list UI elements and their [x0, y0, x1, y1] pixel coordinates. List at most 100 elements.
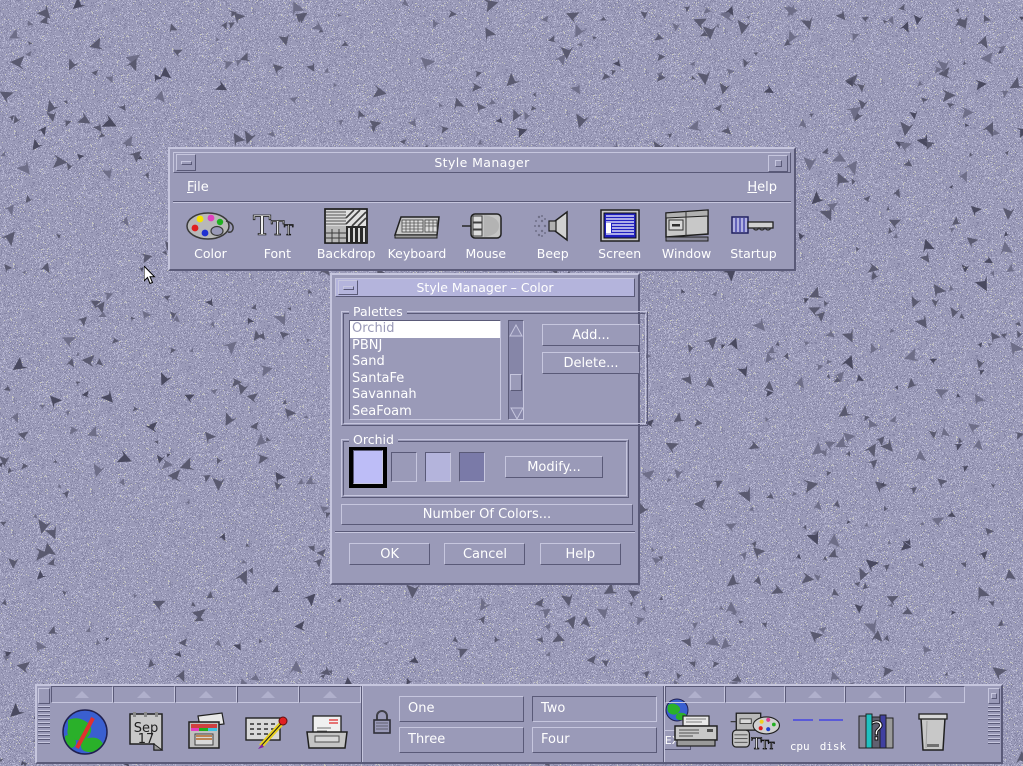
svg-text:T: T — [284, 223, 294, 239]
tool-screen-label: Screen — [598, 246, 642, 261]
front-panel-right-handle[interactable] — [987, 686, 1001, 762]
backdrop-icon — [320, 207, 372, 245]
tool-keyboard-label: Keyboard — [387, 246, 447, 261]
tool-font[interactable]: T T T Font — [250, 207, 305, 261]
delete-palette-button[interactable]: Delete... — [542, 352, 640, 374]
color-swatch-0[interactable] — [353, 450, 383, 484]
printer-icon[interactable] — [669, 705, 725, 759]
front-panel-left-handle[interactable] — [37, 686, 51, 762]
workspace-button-four[interactable]: Four — [532, 726, 657, 753]
subpanel-arrow-filemgr[interactable] — [175, 686, 237, 703]
mailer-icon[interactable] — [297, 705, 357, 759]
subpanel-arrow-calendar[interactable] — [113, 686, 175, 703]
color-swatch-3[interactable] — [459, 452, 485, 482]
file-manager-icon[interactable] — [176, 705, 236, 759]
workspace-button-two[interactable]: Two — [532, 695, 657, 722]
tool-screen[interactable]: Screen — [592, 207, 647, 261]
color-dialog-titlebar[interactable]: Style Manager – Color — [335, 278, 635, 297]
palette-item-pbnj[interactable]: PBNJ — [350, 338, 500, 355]
color-dialog-title: Style Manager – Color — [416, 280, 554, 295]
dialog-action-bar: OK Cancel Help — [332, 535, 638, 565]
tool-mouse-label: Mouse — [465, 246, 507, 261]
modify-color-button[interactable]: Modify... — [505, 456, 603, 478]
tool-backdrop-label: Backdrop — [316, 246, 376, 261]
color-swatch-selected[interactable] — [349, 446, 387, 488]
mouse-icon — [460, 207, 512, 245]
svg-text:T: T — [768, 741, 775, 752]
calendar-icon[interactable]: Sep 17 — [115, 705, 175, 759]
subpanel-arrow-mailer[interactable] — [299, 686, 361, 703]
screen-icon — [594, 207, 646, 245]
scroll-up-arrow-icon[interactable] — [509, 322, 523, 337]
performance-meter-icon[interactable]: cpu disk — [787, 705, 849, 759]
menu-bar[interactable]: File Help — [173, 175, 791, 200]
help-button[interactable]: Help — [539, 543, 621, 565]
subpanel-arrow-trash[interactable] — [905, 686, 965, 703]
tool-window[interactable]: Window — [659, 207, 714, 261]
cancel-button[interactable]: Cancel — [444, 543, 526, 565]
scrollbar-thumb[interactable] — [510, 374, 522, 391]
minimize-button[interactable] — [176, 154, 196, 171]
tool-backdrop[interactable]: Backdrop — [317, 207, 376, 261]
style-manager-toolbar[interactable]: Color T T T Font Backdrop Keyboard Mouse… — [173, 203, 791, 271]
color-swatch-2[interactable] — [425, 452, 451, 482]
front-panel-right-group: TTT cpu disk ? — [665, 686, 965, 762]
palette-item-sand[interactable]: Sand — [350, 354, 500, 371]
tool-keyboard[interactable]: Keyboard — [387, 207, 447, 261]
workspace-button-three[interactable]: Three — [399, 726, 524, 753]
color-dialog-window[interactable]: Style Manager – Color Palettes Orchid PB… — [330, 273, 648, 585]
palette-item-orchid[interactable]: Orchid — [350, 321, 500, 338]
color-dialog-minimize-button[interactable] — [338, 280, 358, 295]
help-manager-icon[interactable]: ? — [849, 705, 905, 759]
color-swatch-1[interactable] — [391, 452, 417, 482]
front-panel-maximize-button[interactable] — [988, 688, 1000, 704]
right-subpanel-arrows — [665, 686, 965, 703]
right-icons-row: TTT cpu disk ? — [665, 703, 965, 762]
style-manager-titlebar[interactable]: Style Manager — [173, 152, 791, 173]
padlock-icon[interactable] — [371, 709, 393, 739]
style-manager-icon[interactable]: TTT — [725, 705, 787, 759]
maximize-button[interactable] — [768, 155, 788, 172]
subpanel-arrow-help[interactable] — [845, 686, 905, 703]
ok-button[interactable]: OK — [349, 543, 431, 565]
tool-font-label: Font — [263, 246, 291, 261]
tool-startup[interactable]: Startup — [726, 207, 781, 261]
subpanel-arrow-perfmeter[interactable] — [785, 686, 845, 703]
subpanel-arrow-editor[interactable] — [237, 686, 299, 703]
perfmeter-cpu-label: cpu — [789, 740, 810, 754]
tool-beep[interactable]: Beep — [525, 207, 580, 261]
front-panel-left-group: Sep 17 — [51, 686, 361, 762]
scroll-down-arrow-icon[interactable] — [510, 405, 524, 421]
add-palette-button[interactable]: Add... — [542, 324, 640, 346]
front-panel-grip-icon — [38, 706, 50, 760]
subpanel-arrow-clock[interactable] — [51, 686, 113, 703]
swatches-group: Orchid Modify... — [341, 432, 629, 498]
tool-mouse[interactable]: Mouse — [458, 207, 513, 261]
tool-color-label: Color — [194, 246, 227, 261]
menu-help[interactable]: Help — [747, 180, 777, 195]
tool-color[interactable]: Color — [183, 207, 238, 261]
palette-item-savannah[interactable]: Savannah — [350, 387, 500, 404]
arrow-cursor — [143, 264, 158, 286]
trash-can-icon[interactable] — [905, 705, 961, 759]
color-dialog-body: Palettes Orchid PBNJ Sand SantaFe Savann… — [335, 300, 648, 525]
palette-icon — [184, 207, 236, 245]
subpanel-arrow-stylemgr[interactable] — [725, 686, 785, 703]
text-editor-icon[interactable] — [236, 705, 296, 759]
front-panel[interactable]: Sep 17 One Two Three Four T T T cpu disk… — [35, 684, 1003, 764]
palette-list[interactable]: Orchid PBNJ Sand SantaFe Savannah SeaFoa… — [349, 320, 501, 420]
front-panel-minimize-button[interactable] — [38, 688, 50, 704]
style-manager-window[interactable]: Style Manager File Help Color T T T Font… — [168, 147, 796, 271]
palette-item-santafe[interactable]: SantaFe — [350, 371, 500, 388]
clock-globe-icon[interactable] — [55, 705, 115, 759]
workspace-button-one[interactable]: One — [399, 695, 524, 722]
workspace-switch-area: One Two Three Four EXIT — [363, 686, 691, 762]
subpanel-arrow-printer[interactable] — [665, 686, 725, 703]
palette-list-scrollbar[interactable] — [508, 320, 524, 421]
tool-startup-label: Startup — [730, 246, 777, 261]
palette-item-seafoam[interactable]: SeaFoam — [350, 404, 500, 419]
left-icons-row: Sep 17 — [51, 703, 361, 762]
menu-file[interactable]: File — [187, 180, 209, 195]
palettes-group-label: Palettes — [349, 304, 407, 319]
number-of-colors-button[interactable]: Number Of Colors... — [341, 504, 633, 525]
